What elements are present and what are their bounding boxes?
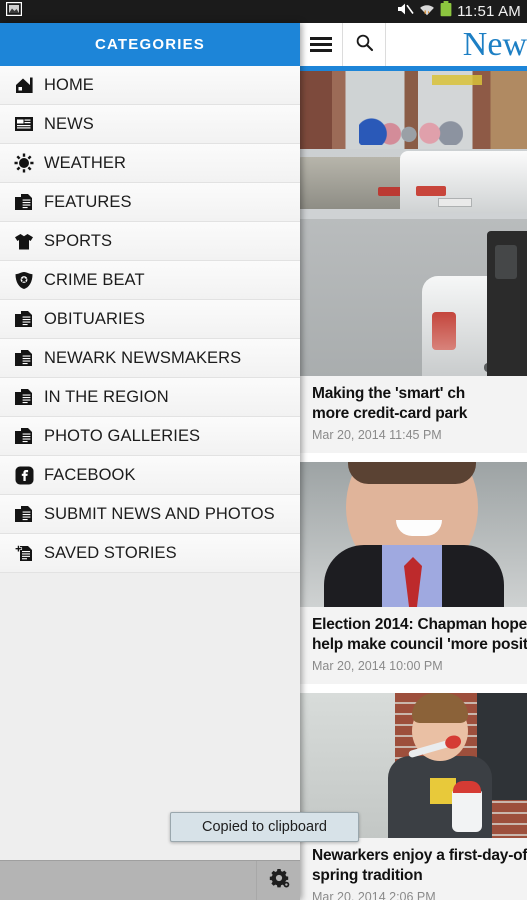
article-date: Mar 20, 2014 10:00 PM: [312, 659, 443, 674]
article-title-line: more credit-card park: [312, 404, 468, 422]
sidebar-item-home[interactable]: HOME: [0, 66, 300, 105]
documents-icon: [11, 386, 37, 408]
article-text: Election 2014: Chapman hopes help make c…: [300, 607, 527, 685]
status-bar: 11:51 AM: [0, 0, 527, 23]
documents-icon: [11, 425, 37, 447]
image-screenshot-icon: [5, 1, 23, 21]
app-header: New: [300, 23, 527, 66]
sidebar-item-label: FACEBOOK: [44, 465, 136, 484]
article-card[interactable]: Making the 'smart' ch more credit-card p…: [300, 71, 527, 454]
drawer-header: CATEGORIES: [0, 23, 300, 66]
sidebar-item-news[interactable]: NEWS: [0, 105, 300, 144]
sidebar-item-saved-stories[interactable]: SAVED STORIES: [0, 534, 300, 573]
menu-button[interactable]: [300, 23, 343, 66]
sidebar-item-obituaries[interactable]: OBITUARIES: [0, 300, 300, 339]
sidebar-item-newark-newsmakers[interactable]: NEWARK NEWSMAKERS: [0, 339, 300, 378]
drawer-title: CATEGORIES: [94, 36, 206, 53]
article-card[interactable]: Election 2014: Chapman hopes help make c…: [300, 462, 527, 685]
sidebar-item-features[interactable]: FEATURES: [0, 183, 300, 222]
sidebar-item-label: IN THE REGION: [44, 387, 169, 406]
sidebar-item-label: NEWS: [44, 114, 94, 133]
hamburger-menu-icon: [310, 37, 332, 52]
article-title-line: Election 2014: Chapman hopes: [312, 616, 527, 634]
status-bar-clock: 11:51 AM: [457, 3, 521, 20]
system-navigation-bar: [0, 860, 300, 900]
sidebar-item-in-the-region[interactable]: IN THE REGION: [0, 378, 300, 417]
documents-icon: [11, 347, 37, 369]
app-screen: 11:51 AM New Making the 'smart' ch more …: [0, 0, 527, 900]
save-document-icon: [11, 542, 37, 564]
documents-icon: [11, 191, 37, 213]
settings-button[interactable]: [256, 860, 300, 900]
article-text: Newarkers enjoy a first-day-of spring tr…: [300, 838, 527, 900]
sidebar-item-label: OBITUARIES: [44, 309, 145, 328]
sidebar-item-photo-galleries[interactable]: PHOTO GALLERIES: [0, 417, 300, 456]
man-in-suit-portrait-photo: [300, 462, 527, 608]
sidebar-item-label: HOME: [44, 75, 94, 94]
facebook-icon: [11, 464, 37, 486]
article-card[interactable]: Newarkers enjoy a first-day-of spring tr…: [300, 693, 527, 900]
article-title: Newarkers enjoy a first-day-of spring tr…: [312, 846, 527, 885]
card-separator: [300, 684, 527, 694]
status-bar-notifications: [5, 1, 23, 21]
brand-logo: New: [462, 27, 527, 62]
documents-icon: [11, 503, 37, 525]
settings-gear-icon: [268, 867, 290, 894]
sun-icon: [11, 152, 37, 174]
sidebar-item-facebook[interactable]: FACEBOOK: [0, 456, 300, 495]
sidebar-item-label: CRIME BEAT: [44, 270, 145, 289]
sidebar-item-sports[interactable]: SPORTS: [0, 222, 300, 261]
article-title-line: Newarkers enjoy a first-day-of: [312, 847, 527, 865]
article-date: Mar 20, 2014 11:45 PM: [312, 428, 442, 443]
jersey-icon: [11, 230, 37, 252]
sidebar-item-label: SUBMIT NEWS AND PHOTOS: [44, 504, 275, 523]
wifi-signal-icon: [419, 2, 435, 21]
article-text: Making the 'smart' ch more credit-card p…: [300, 376, 527, 454]
documents-icon: [11, 308, 37, 330]
navigation-drawer: CATEGORIES HOME NEWS WEATHER FEATURES SP…: [0, 23, 300, 900]
battery-full-icon: [440, 1, 452, 22]
police-badge-icon: [11, 269, 37, 291]
street-parking-cars-photo: [300, 71, 527, 376]
sidebar-item-weather[interactable]: WEATHER: [0, 144, 300, 183]
toast-message: Copied to clipboard: [202, 819, 327, 835]
article-title-line: Making the 'smart' ch: [312, 385, 466, 402]
drawer-empty-area: [0, 573, 300, 900]
sidebar-item-label: SAVED STORIES: [44, 543, 177, 562]
volume-muted-icon: [397, 2, 414, 21]
search-icon: [355, 33, 374, 57]
drawer-item-list: HOME NEWS WEATHER FEATURES SPORTS CRIME …: [0, 66, 300, 573]
sidebar-item-label: NEWARK NEWSMAKERS: [44, 348, 242, 367]
toast-notification: Copied to clipboard: [170, 812, 359, 842]
sidebar-item-crime-beat[interactable]: CRIME BEAT: [0, 261, 300, 300]
article-feed: Making the 'smart' ch more credit-card p…: [300, 71, 527, 900]
search-button[interactable]: [343, 23, 386, 66]
article-title: Election 2014: Chapman hopes help make c…: [312, 615, 527, 654]
card-separator: [300, 453, 527, 463]
content-pane: New Making the 'smart' ch more credit-ca…: [300, 23, 527, 900]
article-title-line: spring tradition: [312, 866, 423, 884]
article-date: Mar 20, 2014 2:06 PM: [312, 890, 436, 900]
sidebar-item-label: PHOTO GALLERIES: [44, 426, 201, 445]
newspaper-icon: [11, 113, 37, 135]
app-body: New Making the 'smart' ch more credit-ca…: [0, 23, 527, 900]
sidebar-item-label: WEATHER: [44, 153, 126, 172]
article-title-line: help make council 'more positi: [312, 635, 527, 653]
sidebar-item-label: FEATURES: [44, 192, 132, 211]
article-title: Making the 'smart' ch more credit-card p…: [312, 384, 517, 423]
status-bar-system-icons: 11:51 AM: [397, 1, 521, 22]
home-icon: [11, 74, 37, 96]
sidebar-item-submit-news-and-photos[interactable]: SUBMIT NEWS AND PHOTOS: [0, 495, 300, 534]
sidebar-item-label: SPORTS: [44, 231, 113, 250]
